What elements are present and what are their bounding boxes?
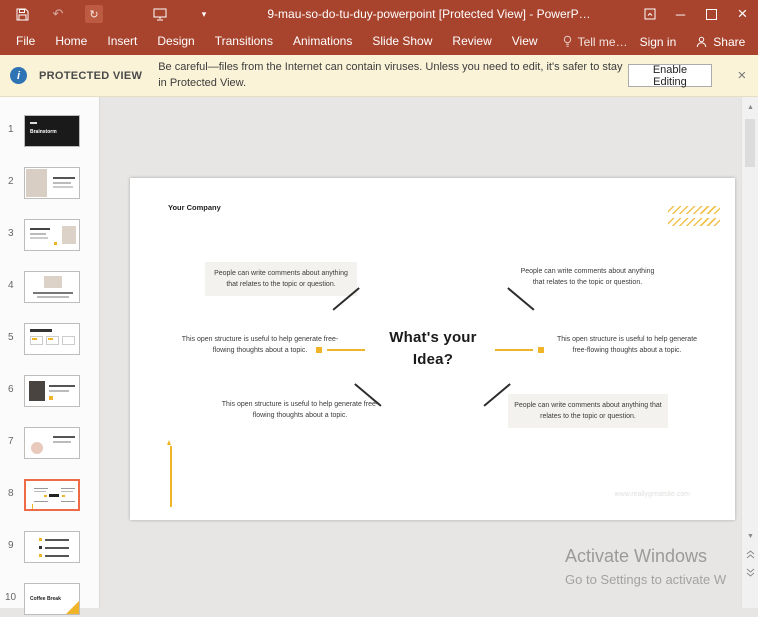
vertical-scrollbar[interactable]: ▲ ▼ (741, 97, 758, 608)
scrollbar-thumb[interactable] (745, 119, 755, 167)
connector-top-right (507, 287, 535, 311)
slide-thumbnail-4[interactable] (24, 271, 80, 303)
yellow-line-right (495, 349, 533, 351)
thumbnail-caption: Brainstorm (30, 129, 57, 135)
tab-review[interactable]: Review (442, 28, 501, 55)
slide-thumbnail-1[interactable]: Brainstorm (24, 115, 80, 147)
titlebar: ↶ ↻ ▾ 9-mau-so-do-tu-duy-powerpoint [Pro… (0, 0, 758, 28)
ribbon-display-options-icon[interactable] (634, 0, 665, 28)
slide-row-2: 2 (0, 167, 99, 201)
slide-number: 4 (8, 280, 14, 291)
slide-number: 3 (8, 228, 14, 239)
slide-thumbnail-7[interactable] (24, 427, 80, 459)
yellow-arrow-head (167, 440, 171, 445)
current-slide: Your Company What's your Idea? People ca… (130, 178, 735, 520)
slide-title: What's your Idea? (373, 327, 493, 371)
yellow-square-right (538, 347, 544, 353)
undo-icon[interactable]: ↶ (44, 0, 72, 28)
enable-editing-button[interactable]: Enable Editing (628, 64, 712, 88)
start-slideshow-icon[interactable] (146, 0, 174, 28)
slide-number: 5 (8, 332, 14, 343)
slide-number: 2 (8, 176, 14, 187)
tab-transitions[interactable]: Transitions (205, 28, 283, 55)
slide-thumbnail-2[interactable] (24, 167, 80, 199)
slide-row-8: 8 (0, 479, 99, 513)
slide-thumbnail-10[interactable]: Coffee Break (24, 583, 80, 615)
save-icon[interactable] (8, 0, 36, 28)
protected-view-label: PROTECTED VIEW (39, 69, 143, 82)
tab-file[interactable]: File (0, 28, 45, 55)
lightbulb-icon (562, 35, 573, 48)
protected-view-message: Be careful—files from the Internet can c… (158, 60, 623, 89)
ribbon-tab-row: File Home Insert Design Transitions Anim… (0, 28, 758, 55)
minimize-button[interactable]: ─ (665, 0, 696, 28)
tell-me-box[interactable]: Tell me… (562, 35, 628, 49)
note-top-left: People can write comments about anything… (205, 262, 357, 297)
slide-number: 8 (8, 488, 14, 499)
tab-animations[interactable]: Animations (283, 28, 362, 55)
previous-slide-button[interactable] (743, 546, 758, 562)
slide-row-4: 4 (0, 271, 99, 305)
note-bottom-left: This open structure is useful to help ge… (221, 401, 379, 420)
tab-home[interactable]: Home (45, 28, 97, 55)
slides-panel: 1 Brainstorm 2 3 4 5 6 7 8 9 10 Coffee B… (0, 97, 100, 615)
slide-number: 10 (5, 592, 17, 603)
activate-windows-subtext: Go to Settings to activate W (565, 572, 727, 587)
slide-thumbnail-5[interactable] (24, 323, 80, 355)
slide-watermark: www.reallygreatsite.com (614, 491, 690, 498)
slide-row-7: 7 (0, 427, 99, 461)
slide-number: 6 (8, 384, 14, 395)
scroll-up-icon[interactable]: ▲ (743, 99, 758, 115)
next-slide-button[interactable] (743, 564, 758, 580)
share-label: Share (713, 34, 746, 49)
tell-me-label: Tell me… (577, 34, 628, 49)
share-button[interactable]: Share (688, 35, 758, 49)
share-person-icon (696, 36, 707, 48)
slide-title-line1: What's your (389, 329, 477, 346)
slide-number: 1 (8, 124, 14, 135)
note-bottom-right: People can write comments about anything… (508, 394, 668, 429)
note-mid-left: This open structure is useful to help ge… (181, 336, 339, 355)
restore-button[interactable] (696, 0, 727, 28)
protected-view-bar: i PROTECTED VIEW Be careful—files from t… (0, 55, 758, 97)
slide-row-9: 9 (0, 531, 99, 565)
repeat-icon[interactable]: ↻ (80, 0, 108, 28)
note-mid-right: This open structure is useful to help ge… (556, 336, 698, 355)
tab-insert[interactable]: Insert (97, 28, 147, 55)
slide-title-line2: Idea? (412, 350, 454, 368)
tab-design[interactable]: Design (147, 28, 204, 55)
yellow-vertical-line (170, 446, 172, 507)
sign-in-button[interactable]: Sign in (628, 35, 689, 49)
note-top-right: People can write comments about anything… (520, 268, 655, 287)
slide-canvas: Your Company What's your Idea? People ca… (100, 97, 741, 608)
connector-bottom-right (483, 383, 511, 407)
slide-number: 7 (8, 436, 14, 447)
yellow-line-left (327, 349, 365, 351)
slide-row-5: 5 (0, 323, 99, 357)
slide-row-6: 6 (0, 375, 99, 409)
tab-slide-show[interactable]: Slide Show (362, 28, 442, 55)
slide-thumbnail-6[interactable] (24, 375, 80, 407)
info-icon: i (10, 67, 27, 84)
slide-row-10: 10 Coffee Break (0, 583, 99, 617)
slide-thumbnail-9[interactable] (24, 531, 80, 563)
scroll-down-icon[interactable]: ▼ (743, 528, 758, 544)
company-name: Your Company (168, 203, 221, 212)
thumbnail-caption: Coffee Break (30, 596, 61, 602)
tab-view[interactable]: View (502, 28, 548, 55)
close-button[interactable]: × (727, 0, 758, 28)
slide-thumbnail-8-selected[interactable] (24, 479, 80, 511)
slide-thumbnail-3[interactable] (24, 219, 80, 251)
slide-number: 9 (8, 540, 14, 551)
qat-dropdown-icon[interactable]: ▾ (190, 0, 218, 28)
protected-bar-close-icon[interactable]: × (730, 62, 754, 90)
slide-row-3: 3 (0, 219, 99, 253)
yellow-square-left (316, 347, 322, 353)
window-title: 9-mau-so-do-tu-duy-powerpoint [Protected… (267, 7, 591, 21)
activate-windows-text: Activate Windows (565, 546, 708, 566)
slide-row-1: 1 Brainstorm (0, 115, 99, 149)
